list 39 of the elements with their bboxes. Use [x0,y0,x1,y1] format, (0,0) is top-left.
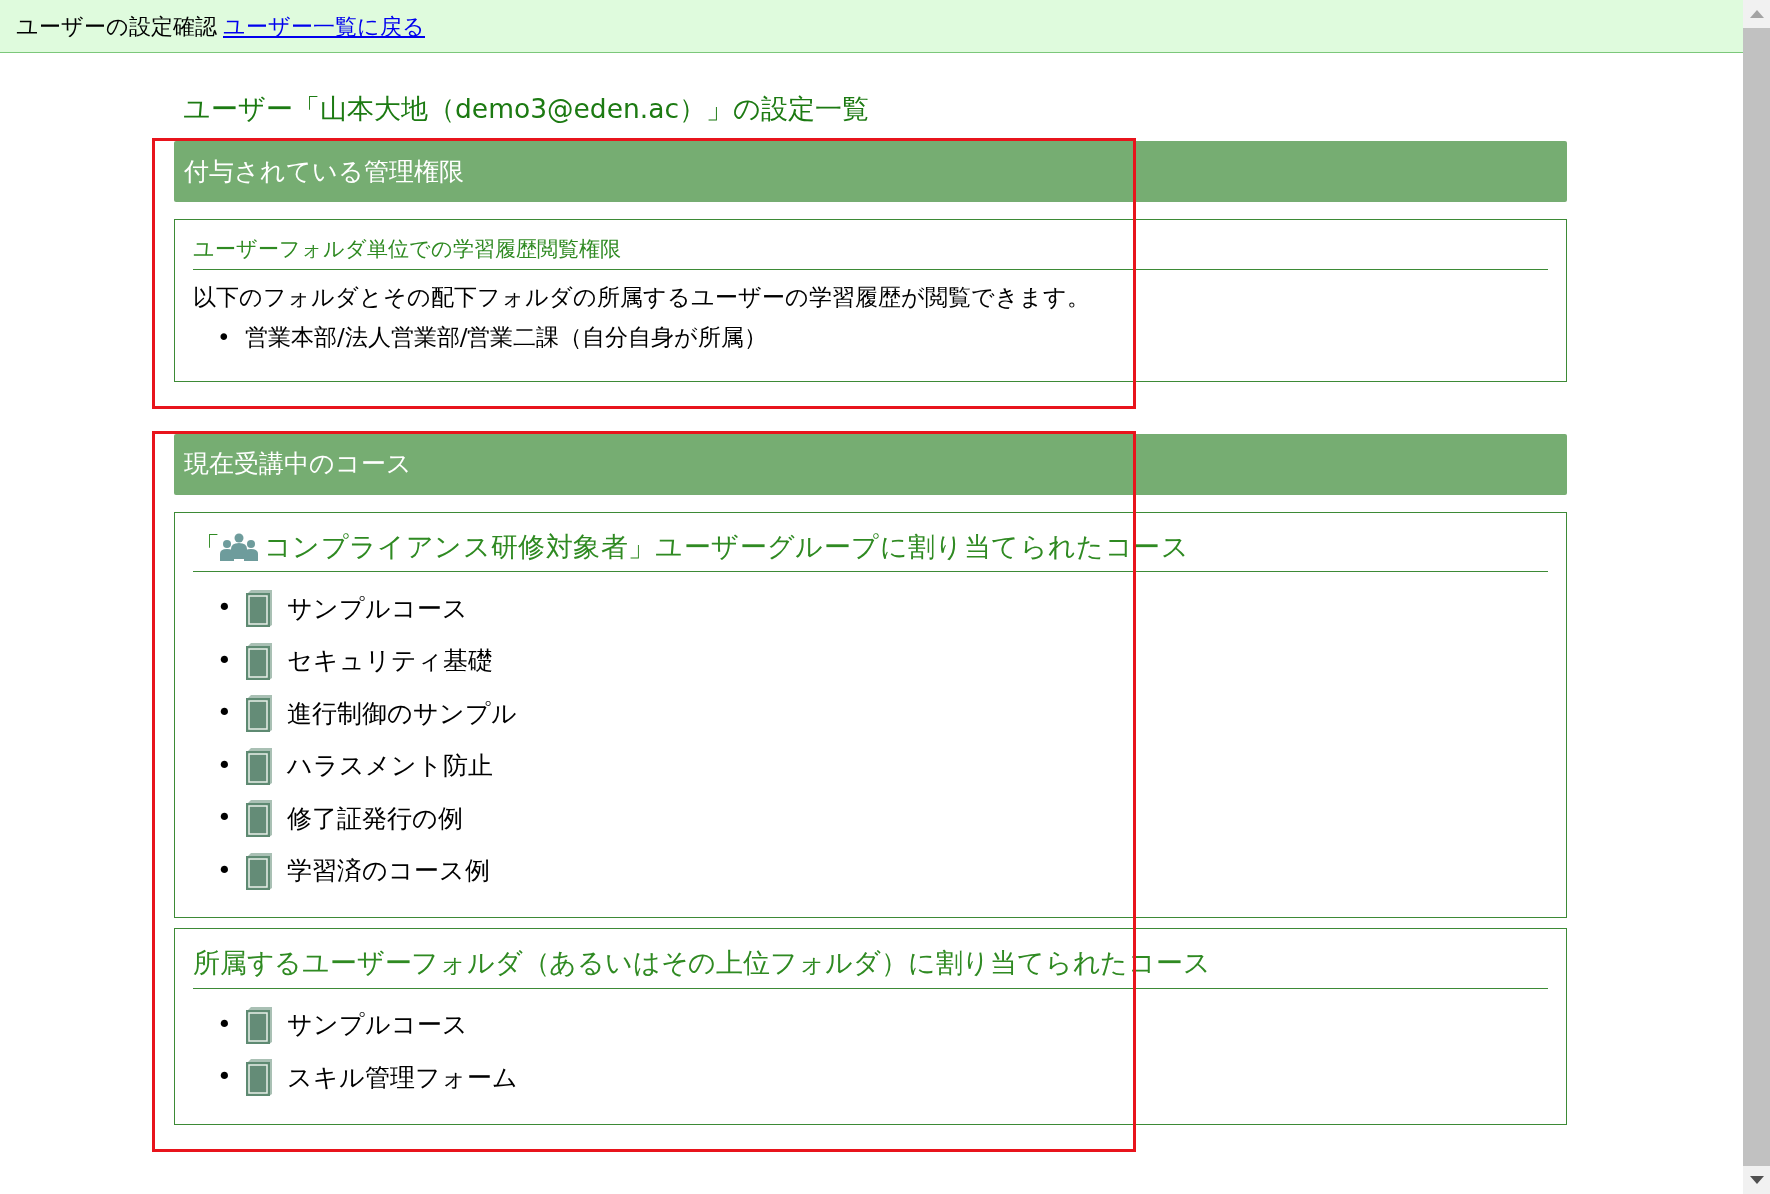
section-header: 付与されている管理権限 [174,140,1567,202]
bracket-text: 「 [193,529,220,564]
book-icon [245,694,273,733]
bullet-text: • [217,645,233,676]
bullet-text: • [217,322,232,352]
course-name: 修了証発行の例 [287,802,463,835]
course-name: 学習済のコース例 [287,855,490,888]
bullet-text: • [217,750,233,781]
back-to-users-link[interactable]: ユーザー一覧に戻る [223,9,425,43]
scrollbar[interactable] [1743,0,1770,1194]
bullet-text: • [217,698,233,729]
group-heading: コンプライアンス研修対象者」ユーザーグループに割り当てられたコース [263,529,1189,564]
bullet-text: • [217,803,233,834]
page-header-title: ユーザーの設定確認 [16,12,217,41]
book-icon [245,1058,273,1097]
book-icon [245,851,273,890]
page-title: ユーザー「山本大地（demo3@eden.ac）」の設定一覧 [183,92,870,126]
bullet-text: • [217,593,233,624]
course-name: サンプルコース [287,592,468,625]
bullet-text: • [217,855,233,886]
course-name: スキル管理フォーム [287,1061,518,1094]
permission-heading: ユーザーフォルダ単位での学習履歴閲覧権限 [193,233,1548,271]
book-icon [245,641,273,680]
description-text: 以下のフォルダとその配下フォルダの所属するユーザーの学習履歴が閲覧できます。 [193,283,1091,313]
course-name: セキュリティ基礎 [287,645,493,678]
scroll-up-arrow-icon[interactable] [1749,10,1764,18]
course-name: 進行制御のサンプル [287,697,517,730]
bullet-text: • [217,1009,233,1040]
book-icon [245,799,273,838]
course-name: サンプルコース [287,1009,468,1042]
user-group-icon [219,532,258,561]
folder-path: 営業本部/法人営業部/営業二課（自分自身が所属） [245,322,768,352]
bullet-text: • [217,1062,233,1093]
book-icon [245,589,273,628]
section-header: 現在受講中のコース [174,433,1567,495]
course-name: ハラスメント防止 [287,750,493,783]
scroll-down-arrow-icon[interactable] [1749,1176,1764,1184]
book-icon [245,746,273,785]
book-icon [245,1005,273,1044]
